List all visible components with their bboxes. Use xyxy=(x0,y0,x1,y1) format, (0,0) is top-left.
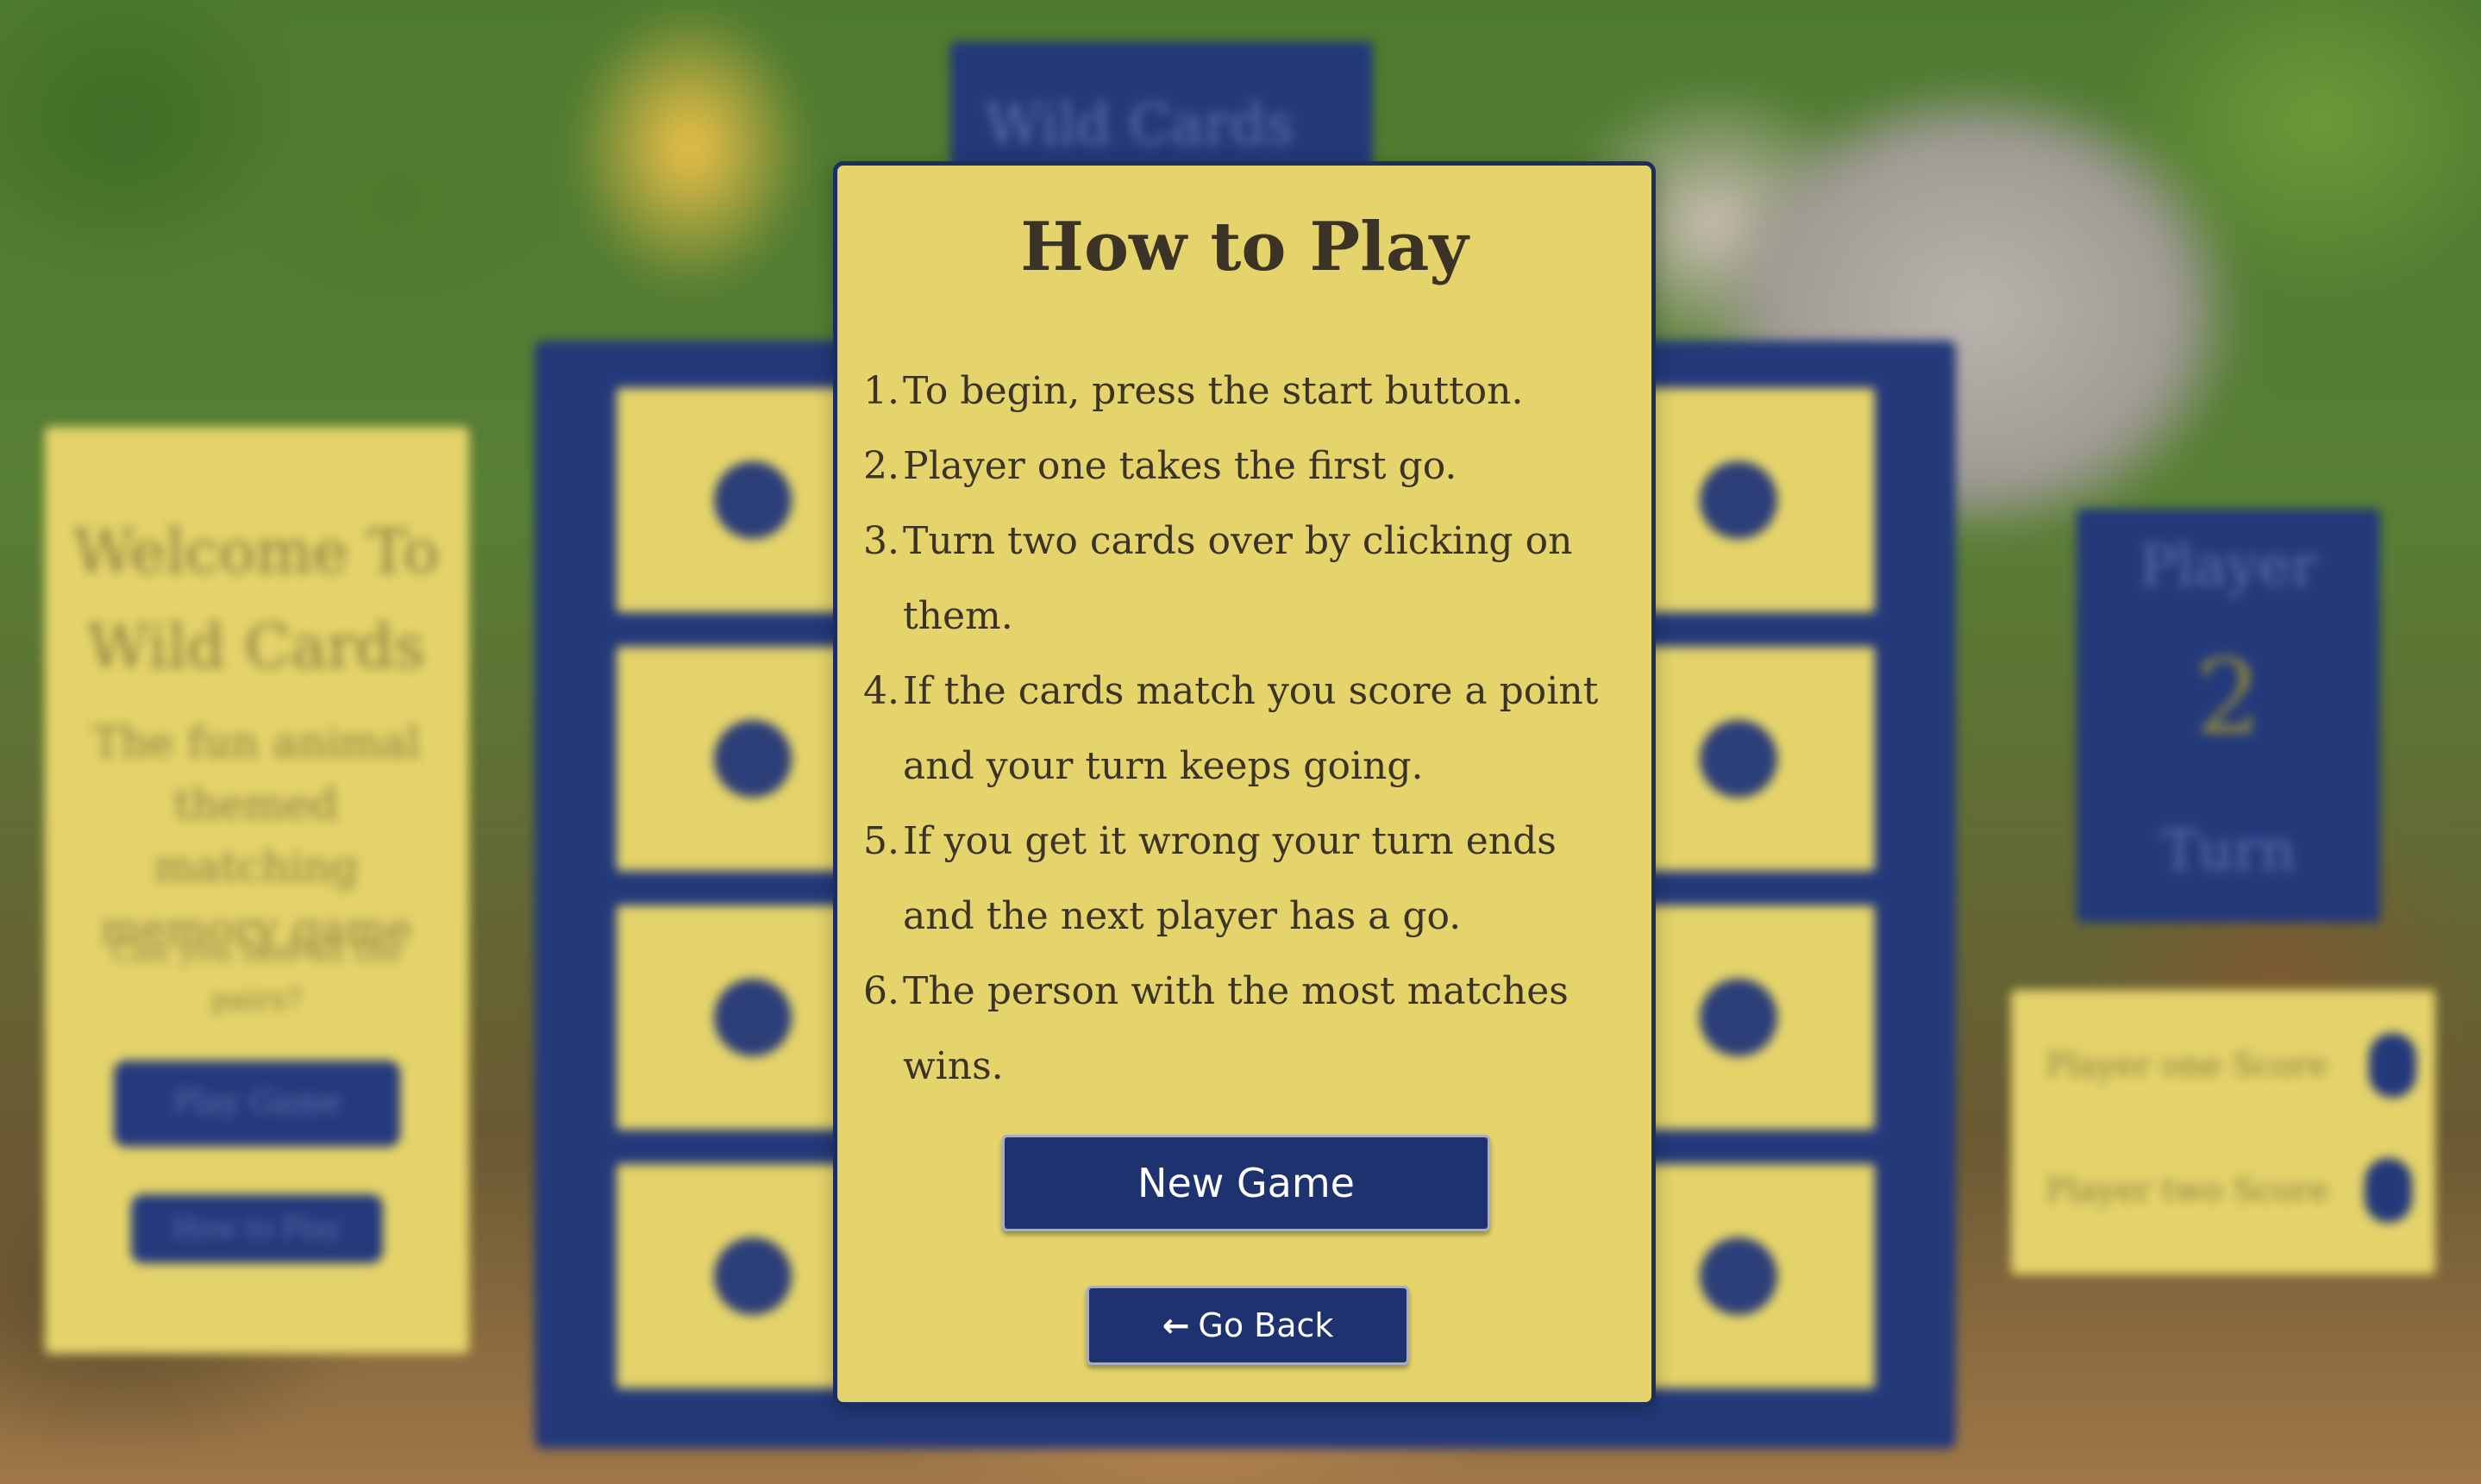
new-game-label: New Game xyxy=(1137,1160,1355,1206)
step-text: Turn two cards over by clicking on them. xyxy=(903,519,1573,638)
instruction-step: 5. If you get it wrong your turn ends and… xyxy=(863,804,1639,954)
game-screen: Wild Cards Welcome To Wild Cards The fun… xyxy=(0,0,2481,1484)
instruction-step: 2. Player one takes the first go. xyxy=(863,429,1639,504)
bg-score-two: Player two Score xyxy=(2046,1171,2329,1209)
go-back-button[interactable]: ← Go Back xyxy=(1087,1286,1409,1365)
instruction-step: 1. To begin, press the start button. xyxy=(863,354,1639,429)
step-number: 2. xyxy=(863,444,899,488)
bg-score-one: Player one Score xyxy=(2046,1046,2328,1084)
bg-score-two-badge xyxy=(2365,1158,2412,1223)
bg-title-tab: Wild Cards xyxy=(950,41,1373,171)
step-number: 3. xyxy=(863,519,899,563)
arrow-left-icon: ← xyxy=(1162,1306,1190,1344)
bg-score-one-badge xyxy=(2369,1033,2416,1098)
paw-icon xyxy=(714,1237,792,1315)
bg-welcome-panel: Welcome To Wild Cards The fun animal the… xyxy=(45,427,469,1354)
paw-icon xyxy=(1700,461,1777,539)
step-text: If the cards match you score a point and… xyxy=(903,669,1599,788)
bg-turn-panel: Player 2 Turn xyxy=(2077,509,2380,923)
bg-welcome-subtext: Can you find all the pairs? xyxy=(110,934,402,1017)
bg-how-to-play-button: How to Play xyxy=(131,1194,383,1263)
bg-how-to-play-button-label: How to Play xyxy=(172,1212,341,1244)
bg-score-panel: Player one Score Player two Score xyxy=(2011,990,2435,1274)
instruction-step: 6. The person with the most matches wins. xyxy=(863,954,1639,1104)
bg-title-tab-text: Wild Cards xyxy=(985,93,1294,157)
step-text: The person with the most matches wins. xyxy=(903,969,1569,1088)
bg-turn-label-bottom: Turn xyxy=(2161,819,2296,883)
bg-play-button-label: Play Game xyxy=(172,1085,341,1120)
instruction-step: 3. Turn two cards over by clicking on the… xyxy=(863,504,1639,654)
step-text: To begin, press the start button. xyxy=(903,369,1524,413)
step-number: 4. xyxy=(863,669,899,713)
go-back-label: Go Back xyxy=(1198,1306,1334,1344)
how-to-play-modal: How to Play 1. To begin, press the start … xyxy=(833,161,1656,1406)
paw-icon xyxy=(714,979,792,1056)
paw-icon xyxy=(714,720,792,798)
instructions-list: 1. To begin, press the start button. 2. Pl… xyxy=(863,354,1639,1104)
step-text: Player one takes the first go. xyxy=(903,444,1457,488)
step-number: 1. xyxy=(863,369,899,413)
new-game-button[interactable]: New Game xyxy=(1002,1135,1490,1231)
paw-icon xyxy=(1700,979,1777,1056)
step-number: 5. xyxy=(863,819,899,863)
bg-turn-number: 2 xyxy=(2195,638,2262,758)
bg-welcome-title: Welcome To Wild Cards xyxy=(72,517,440,682)
paw-icon xyxy=(1700,1237,1777,1315)
modal-title: How to Play xyxy=(1020,208,1469,286)
bg-welcome-description: The fun animal themed matching memory ga… xyxy=(91,717,421,954)
paw-icon xyxy=(1700,720,1777,798)
paw-icon xyxy=(714,461,792,539)
bg-turn-label-top: Player xyxy=(2139,535,2318,598)
step-text: If you get it wrong your turn ends and t… xyxy=(903,819,1557,938)
instruction-step: 4. If the cards match you score a point a… xyxy=(863,654,1639,804)
bg-play-button: Play Game xyxy=(114,1061,400,1147)
step-number: 6. xyxy=(863,969,899,1013)
